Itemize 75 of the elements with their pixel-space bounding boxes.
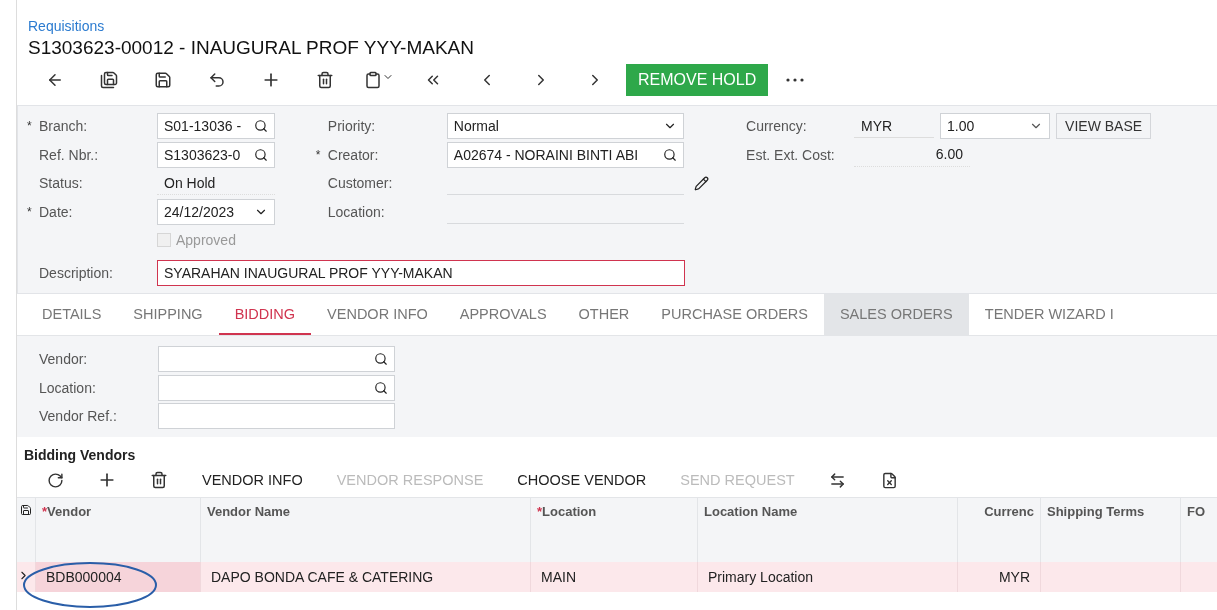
lookup-field[interactable]: S01-13036 - [157,113,275,140]
amount-value: 6.00 [935,146,964,163]
back-icon [46,71,64,89]
description-field[interactable]: SYARAHAN INAUGURAL PROF YYY-MAKAN [157,259,685,286]
column-header[interactable]: Location Name [698,497,958,562]
tab[interactable]: OTHER [562,294,646,335]
page-title: S1303623-00012 - INAUGURAL PROF YYY-MAKAN [28,37,474,59]
table-cell [1181,561,1217,592]
toolbar-button[interactable]: VENDOR INFO [185,472,320,488]
field-label: Vendor: [39,351,88,368]
column-header[interactable]: Shipping Terms [1041,497,1181,562]
tab[interactable]: SHIPPING [117,294,219,335]
field-label: Priority: [327,118,376,135]
field-label: Currency: [746,118,807,135]
field-label: Location: [327,203,385,220]
column-header[interactable]: *Location [531,497,698,562]
lookup-field[interactable] [158,346,395,373]
view-base-button[interactable]: VIEW BASE [1056,113,1152,140]
table-cell: Primary Location [698,561,958,592]
lookup-field[interactable] [158,374,395,401]
currency-value: MYR [861,117,893,134]
field-label: Location: [39,379,96,396]
field-label: Est. Ext. Cost: [746,146,835,163]
search-icon [662,147,677,162]
search-icon [374,352,388,367]
undo-icon [208,71,226,89]
required-mark: * [27,119,32,134]
field-value: On Hold [164,174,216,191]
fit-columns-icon [829,471,847,489]
search-icon [374,380,388,395]
field-label: Description: [39,264,113,281]
save-icon [154,71,172,89]
dropdown-field[interactable]: 24/12/2023 [157,198,275,225]
dropdown-field[interactable]: Normal [446,113,684,140]
text-field[interactable] [158,403,395,430]
lookup-field[interactable]: S1303623-0 [157,141,275,168]
rate-dropdown[interactable]: 1.00 [940,113,1051,140]
field-label: Status: [39,175,83,192]
clipboard-icon [364,71,394,89]
tab[interactable]: SALES ORDERS [823,294,969,335]
required-mark: * [27,204,32,219]
column-header[interactable]: FO [1181,497,1217,562]
refresh-icon [46,471,64,489]
lookup-field[interactable]: A02674 - NORAINI BINTI ABI [446,141,684,168]
save-close-icon [100,71,118,89]
required-mark: * [315,147,321,162]
tab[interactable]: APPROVALS [443,294,563,335]
section-title: Bidding Vendors [23,445,136,463]
search-icon [254,147,268,162]
field-label: Customer: [327,175,393,192]
table-cell: MYR [958,561,1041,592]
field-label: Vendor Ref.: [39,408,117,425]
column-settings-icon [20,503,32,516]
table-cell: MAIN [531,561,698,592]
delete-icon [316,71,334,89]
field-label: Creator: [327,146,379,163]
tab[interactable]: TENDER WIZARD I [968,294,1130,335]
tab[interactable]: VENDOR INFO [311,294,444,335]
checkbox-label: Approved [176,232,236,249]
field-label: Ref. Nbr.: [39,146,99,163]
breadcrumb-link[interactable]: Requisitions [28,18,105,34]
tab[interactable]: PURCHASE ORDERS [645,294,824,335]
table-cell: DAPO BONDA CAFE & CATERING [201,561,531,592]
excel-export-icon [881,471,899,489]
delete-icon [150,471,168,489]
column-header[interactable]: Vendor Name [201,497,531,562]
search-icon [254,119,268,134]
field-label: Branch: [39,118,88,135]
toolbar-button[interactable]: CHOOSE VENDOR [500,472,664,488]
column-header[interactable]: *Vendor [36,497,201,562]
edit-icon[interactable] [693,175,709,191]
column-header[interactable]: Currenc [958,497,1041,562]
tab[interactable]: DETAILS [26,294,118,335]
more-icon [786,78,805,82]
field-label: Date: [39,203,73,220]
